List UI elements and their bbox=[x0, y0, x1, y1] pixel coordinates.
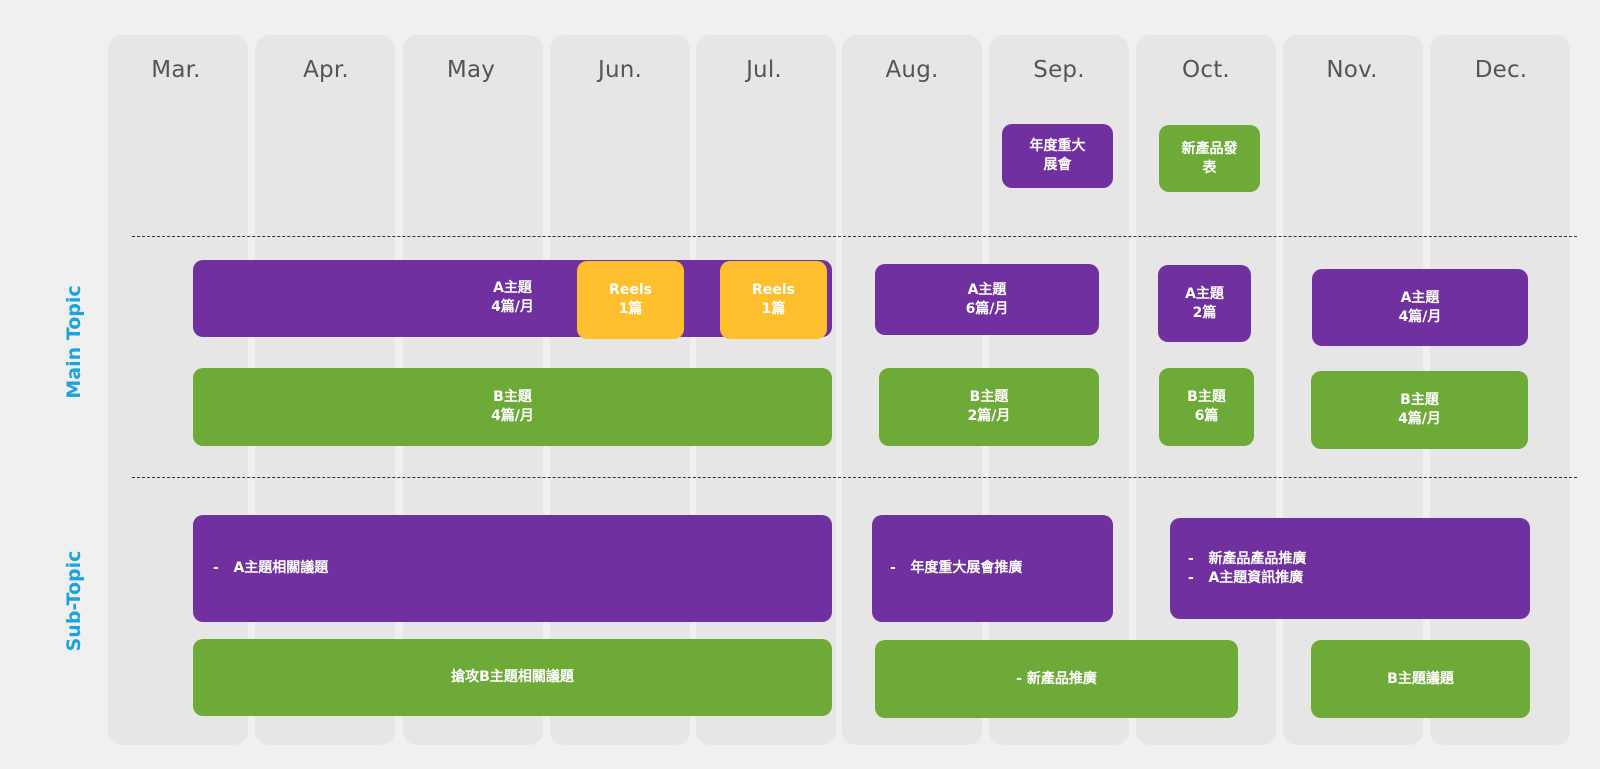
main-a-bar-aug-sep-text: A主題 6篇/月 bbox=[965, 281, 1009, 317]
main-reels-jul-text: Reels 1篇 bbox=[752, 282, 795, 317]
month-label-nov: Nov. bbox=[1326, 57, 1378, 83]
main-b-bar-nov-dec-text: B主題 4篇/月 bbox=[1398, 392, 1441, 427]
main-b-bar-oct-text: B主題 6篇 bbox=[1187, 389, 1226, 424]
event-box-sep: 年度重大 展會 bbox=[1002, 124, 1113, 188]
main-reels-jun: Reels 1篇 bbox=[577, 261, 684, 339]
event-box-oct: 新產品發 表 bbox=[1159, 125, 1260, 192]
divider-events-main bbox=[132, 236, 1577, 237]
sub-a-bar-aug-sep-list: 年度重大展會推廣 bbox=[890, 559, 1022, 578]
main-a-bar-oct-text: A主題 2篇 bbox=[1185, 285, 1224, 321]
main-b-bar-aug-sep: B主題 2篇/月 bbox=[879, 368, 1099, 446]
sub-b-bar-aug-oct: - 新產品推廣 bbox=[875, 640, 1238, 718]
sub-topic-label: Sub-Topic bbox=[63, 550, 85, 652]
main-a-bar-aug-sep: A主題 6篇/月 bbox=[875, 264, 1099, 335]
main-reels-jul: Reels 1篇 bbox=[720, 261, 827, 339]
month-label-jun: Jun. bbox=[597, 57, 643, 83]
main-a-bar-oct: A主題 2篇 bbox=[1158, 265, 1251, 342]
main-a-bar-nov-dec-text: A主題 4篇/月 bbox=[1398, 289, 1442, 325]
sub-a-bar-oct-dec: 新產品產品推廣 A主題資訊推廣 bbox=[1170, 518, 1530, 619]
list-item: A主題相關議題 bbox=[213, 559, 328, 578]
sub-a-bar-aug-sep: 年度重大展會推廣 bbox=[872, 515, 1113, 622]
main-b-bar-mar-jul-text: B主題 4篇/月 bbox=[491, 389, 534, 424]
sub-a-bar-mar-jul-list: A主題相關議題 bbox=[213, 559, 328, 578]
month-label-aug: Aug. bbox=[885, 57, 939, 83]
month-label-apr: Apr. bbox=[303, 57, 349, 83]
main-reels-jun-text: Reels 1篇 bbox=[609, 282, 652, 317]
main-a-bar-nov-dec: A主題 4篇/月 bbox=[1312, 269, 1528, 346]
sub-a-bar-mar-jul: A主題相關議題 bbox=[193, 515, 832, 622]
sub-b-bar-aug-oct-text: - 新產品推廣 bbox=[1016, 670, 1097, 687]
main-topic-label: Main Topic bbox=[63, 285, 85, 399]
divider-main-sub bbox=[132, 477, 1577, 478]
main-b-bar-oct: B主題 6篇 bbox=[1159, 368, 1254, 446]
sub-b-bar-nov-dec: B主題議題 bbox=[1311, 640, 1530, 718]
sub-a-bar-oct-dec-list: 新產品產品推廣 A主題資訊推廣 bbox=[1188, 550, 1306, 588]
list-item: A主題資訊推廣 bbox=[1188, 569, 1306, 588]
event-box-sep-text: 年度重大 展會 bbox=[1029, 138, 1086, 173]
month-label-mar: Mar. bbox=[151, 57, 201, 83]
month-label-sep: Sep. bbox=[1033, 57, 1085, 83]
main-b-bar-aug-sep-text: B主題 2篇/月 bbox=[967, 389, 1011, 424]
list-item: 新產品產品推廣 bbox=[1188, 550, 1306, 569]
month-label-may: May bbox=[446, 57, 496, 83]
main-b-bar-mar-jul: B主題 4篇/月 bbox=[193, 368, 832, 446]
event-box-oct-text: 新產品發 表 bbox=[1181, 140, 1238, 176]
main-b-bar-nov-dec: B主題 4篇/月 bbox=[1311, 371, 1528, 449]
sub-b-bar-mar-jul: 搶攻B主題相關議題 bbox=[193, 639, 832, 716]
roadmap-diagram: Mar. Apr. May Jun. Jul. Aug. Sep. Oct. N… bbox=[0, 0, 1600, 769]
month-label-oct: Oct. bbox=[1182, 57, 1230, 83]
sub-b-bar-nov-dec-text: B主題議題 bbox=[1387, 670, 1454, 687]
month-label-dec: Dec. bbox=[1474, 57, 1528, 83]
month-label-jul: Jul. bbox=[746, 57, 782, 83]
sub-b-bar-mar-jul-text: 搶攻B主題相關議題 bbox=[451, 669, 574, 685]
list-item: 年度重大展會推廣 bbox=[890, 559, 1022, 578]
